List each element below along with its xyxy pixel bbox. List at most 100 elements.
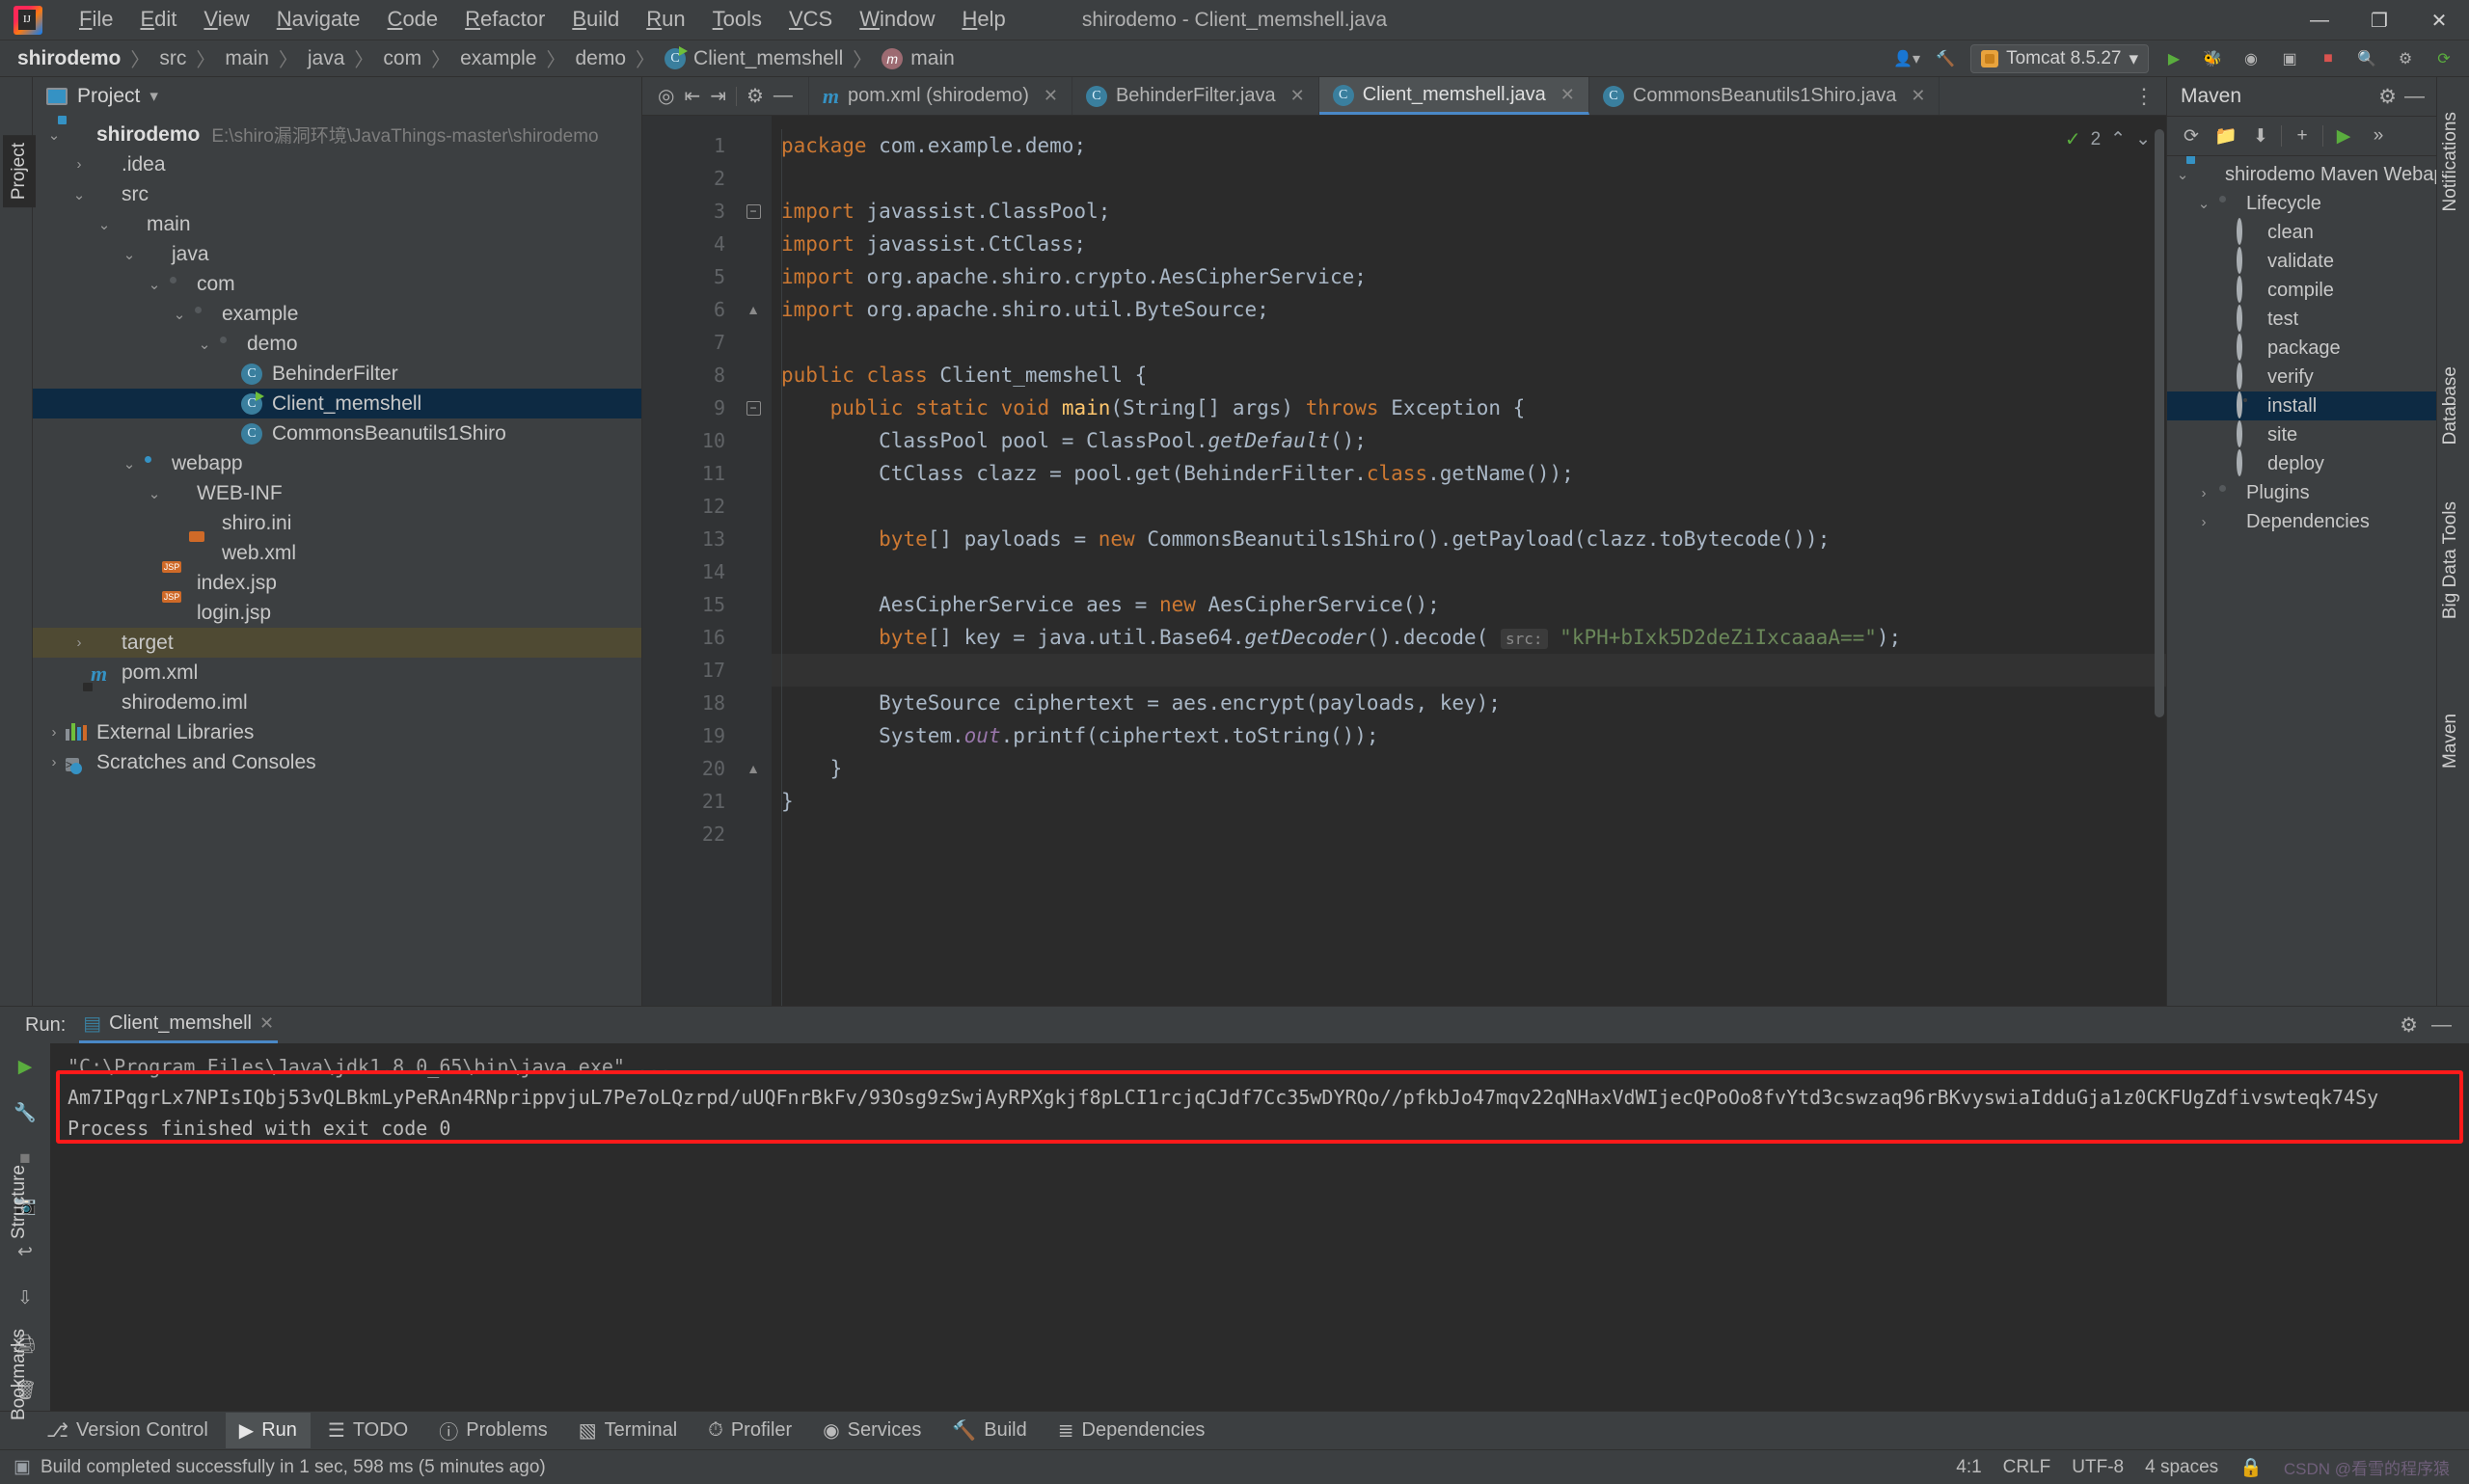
scroll-end-icon[interactable]: ⇩ (10, 1282, 41, 1313)
tree-node-main[interactable]: ⌄main (33, 209, 641, 239)
sidebar-item-project[interactable]: Project (3, 135, 36, 207)
code-line[interactable]: } (772, 785, 2166, 818)
menu-item-vcs[interactable]: VCS (775, 4, 846, 35)
gear-icon[interactable]: ⚙ (2378, 85, 2397, 109)
maven-node-lifecycle[interactable]: ⌄Lifecycle (2167, 189, 2436, 218)
wrench-icon[interactable]: 🔧 (10, 1097, 41, 1128)
sidebar-item-bookmarks[interactable]: Bookmarks (3, 1321, 36, 1428)
minimize-button[interactable]: — (2290, 0, 2349, 40)
editor-tab-commonsbeanutils1shiro-java[interactable]: CCommonsBeanutils1Shiro.java✕ (1589, 77, 1940, 115)
breadcrumb[interactable]: shirodemo〉src〉main〉java〉com〉example〉demo… (17, 44, 955, 72)
menu-item-code[interactable]: Code (374, 4, 452, 35)
maven-node-install[interactable]: install (2167, 391, 2436, 420)
collapse-all-icon[interactable]: ⇥ (710, 84, 726, 108)
bottom-tab-version-control[interactable]: ⎇Version Control (33, 1413, 222, 1448)
maven-node-verify[interactable]: verify (2167, 363, 2436, 391)
breadcrumb-item-com[interactable]: com (383, 47, 421, 70)
tree-node-target[interactable]: ›target (33, 628, 641, 658)
chevron-right-icon[interactable]: › (46, 755, 62, 770)
editor-tab-client-memshell-java[interactable]: CClient_memshell.java✕ (1319, 77, 1589, 115)
chevron-down-icon[interactable]: ⌄ (147, 277, 162, 292)
close-icon[interactable]: ✕ (1911, 86, 1925, 106)
chevron-right-icon[interactable]: › (71, 157, 87, 173)
refresh-icon[interactable]: ⟳ (2177, 121, 2206, 150)
code-line[interactable]: } (772, 752, 2166, 785)
bottom-tab-problems[interactable]: ⓘProblems (425, 1411, 560, 1450)
code-line[interactable]: import org.apache.shiro.crypto.AesCipher… (772, 260, 2166, 293)
maven-node-clean[interactable]: clean (2167, 218, 2436, 247)
close-icon[interactable]: ✕ (259, 1013, 274, 1034)
more-icon[interactable]: » (2364, 121, 2393, 150)
editor-tabs-overflow[interactable]: ⋮ (2133, 77, 2166, 115)
line-separator[interactable]: CRLF (2003, 1457, 2051, 1478)
run-configuration-selector[interactable]: Tomcat 8.5.27 ▾ (1970, 44, 2149, 73)
chevron-down-icon[interactable]: ⌄ (197, 337, 212, 352)
chevron-down-icon[interactable]: ⌄ (71, 187, 87, 202)
code-line[interactable]: ByteSource ciphertext = aes.encrypt(payl… (772, 687, 2166, 719)
download-icon[interactable]: ⬇ (2246, 121, 2275, 150)
sidebar-item-big-data-tools[interactable]: Big Data Tools (2440, 501, 2461, 619)
code-folding-gutter[interactable]: −▲−▲ (735, 116, 772, 1006)
tree-node-client-memshell[interactable]: CClient_memshell (33, 389, 641, 418)
editor-tab-behinderfilter-java[interactable]: CBehinderFilter.java✕ (1072, 77, 1319, 115)
lock-icon[interactable]: 🔒 (2239, 1456, 2263, 1479)
fold-end-icon[interactable]: ▲ (735, 752, 772, 785)
next-problem-icon[interactable]: ⌄ (2135, 128, 2151, 150)
chevron-right-icon[interactable]: › (71, 635, 87, 651)
tree-node-web-inf[interactable]: ⌄WEB-INF (33, 478, 641, 508)
maximize-button[interactable]: ❐ (2349, 0, 2409, 40)
tree-node-external-libraries[interactable]: ›External Libraries (33, 717, 641, 747)
sidebar-item-database[interactable]: Database (2440, 366, 2461, 445)
tree-node-shirodemo[interactable]: ⌄shirodemoE:\shiro漏洞环境\JavaThings-master… (33, 120, 641, 149)
fold-end-icon[interactable]: ▲ (735, 293, 772, 326)
sidebar-item-structure[interactable]: Structure (3, 1157, 36, 1247)
menu-item-help[interactable]: Help (948, 4, 1018, 35)
maven-node-package[interactable]: package (2167, 334, 2436, 363)
code-line[interactable] (772, 818, 2166, 850)
bottom-tab-services[interactable]: ◉Services (809, 1413, 935, 1448)
breadcrumb-item-java[interactable]: java (308, 47, 345, 70)
menu-item-file[interactable]: File (66, 4, 126, 35)
code-line[interactable]: public class Client_memshell { (772, 359, 2166, 391)
run-icon[interactable]: ▶ (2329, 121, 2358, 150)
breadcrumb-item-example[interactable]: example (460, 47, 536, 70)
tree-node-index-jsp[interactable]: index.jsp (33, 568, 641, 598)
chevron-down-icon[interactable]: ⌄ (172, 307, 187, 322)
menu-bar[interactable]: FileEditViewNavigateCodeRefactorBuildRun… (66, 4, 1019, 35)
code-line[interactable]: byte[] payloads = new CommonsBeanutils1S… (772, 523, 2166, 555)
code-line[interactable] (772, 490, 2166, 523)
maven-node-shirodemo-maven-webapp[interactable]: ⌄shirodemo Maven Webapp (2167, 160, 2436, 189)
breadcrumb-item-main[interactable]: main (225, 47, 269, 70)
chevron-down-icon[interactable]: ⌄ (122, 456, 137, 472)
chevron-right-icon[interactable]: › (2196, 485, 2211, 500)
code-line[interactable] (772, 654, 2166, 687)
tree-node-scratches-and-consoles[interactable]: ›>_Scratches and Consoles (33, 747, 641, 777)
close-icon[interactable]: ✕ (1560, 85, 1575, 105)
tree-node-shiro-ini[interactable]: shiro.ini (33, 508, 641, 538)
chevron-down-icon[interactable]: ⌄ (147, 486, 162, 501)
expand-all-icon[interactable]: ⇤ (684, 84, 700, 108)
maven-node-test[interactable]: test (2167, 305, 2436, 334)
maven-tree[interactable]: ⌄shirodemo Maven Webapp⌄Lifecyclecleanva… (2167, 156, 2436, 1006)
chevron-down-icon[interactable]: ▾ (149, 87, 158, 106)
maven-node-site[interactable]: site (2167, 420, 2436, 449)
user-icon[interactable]: 👤▾ (1887, 40, 1926, 77)
stop-icon[interactable]: ■ (2309, 40, 2347, 77)
profiler-icon[interactable]: ▣ (2270, 40, 2309, 77)
tree-node-commonsbeanutils1shiro[interactable]: CCommonsBeanutils1Shiro (33, 418, 641, 448)
code-line[interactable] (772, 555, 2166, 588)
tree-node-demo[interactable]: ⌄demo (33, 329, 641, 359)
chevron-down-icon[interactable]: ⌄ (2196, 196, 2211, 211)
bottom-tool-tabs[interactable]: ⎇Version Control▶Run☰TODOⓘProblems▧Termi… (0, 1411, 2469, 1449)
editor-tabs[interactable]: mpom.xml (shirodemo)✕CBehinderFilter.jav… (809, 77, 1940, 115)
tree-node-pom-xml[interactable]: mpom.xml (33, 658, 641, 688)
breadcrumb-item-main[interactable]: main (910, 47, 955, 70)
tree-node-java[interactable]: ⌄java (33, 239, 641, 269)
chevron-down-icon[interactable]: ⌄ (122, 247, 137, 262)
search-icon[interactable]: 🔍 (2347, 40, 2386, 77)
maven-node-deploy[interactable]: deploy (2167, 449, 2436, 478)
code-line[interactable]: byte[] key = java.util.Base64.getDecoder… (772, 621, 2166, 654)
code-line[interactable]: AesCipherService aes = new AesCipherServ… (772, 588, 2166, 621)
fold-collapse-icon[interactable]: − (735, 195, 772, 228)
code-line[interactable] (772, 326, 2166, 359)
